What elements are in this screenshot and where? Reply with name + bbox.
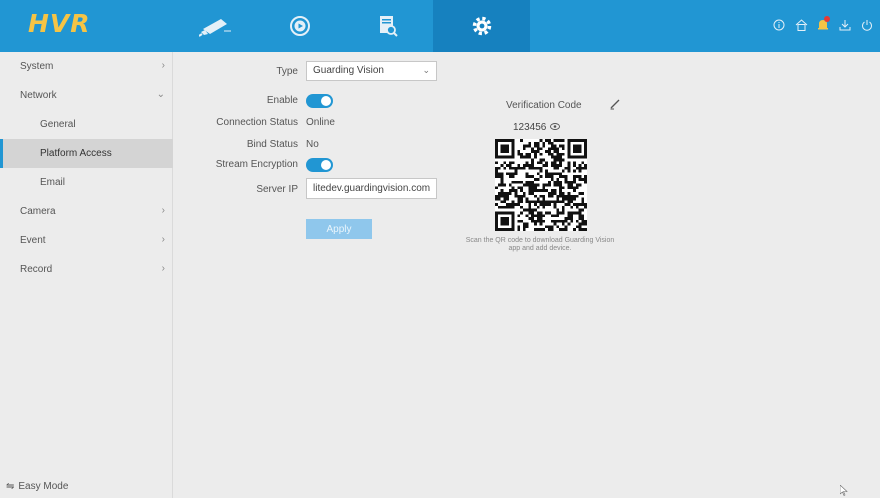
chevron-down-icon: ⌄ [422, 65, 430, 75]
stream-encryption-toggle[interactable] [306, 158, 333, 172]
file-search-icon [380, 16, 398, 37]
top-navigation-bar: HVR [0, 0, 880, 52]
qr-caption: Scan the QR code to download Guarding Vi… [448, 237, 632, 253]
swap-icon: ⇋ [6, 481, 15, 492]
apply-button[interactable]: Apply [306, 219, 372, 239]
tab-playback[interactable] [252, 0, 348, 52]
sidebar-item-label: Platform Access [40, 148, 112, 159]
gear-icon [472, 16, 491, 36]
chevron-right-icon: › [161, 205, 165, 216]
info-icon[interactable] [770, 14, 788, 36]
connection-status-value: Online [306, 117, 335, 128]
stream-encryption-label: Stream Encryption [215, 159, 298, 170]
tab-settings[interactable] [433, 0, 530, 52]
connection-status-label: Connection Status [216, 117, 298, 128]
sidebar-item-label: Record [20, 264, 53, 275]
server-ip-value: litedev.guardingvision.com [313, 183, 431, 194]
type-select-value: Guarding Vision [313, 65, 384, 76]
verification-code-value: 123456 [513, 122, 547, 133]
sidebar-item-label: General [40, 119, 76, 130]
eye-icon[interactable] [550, 122, 561, 133]
notification-badge [824, 16, 830, 22]
edit-pencil-icon[interactable] [609, 98, 621, 113]
easy-mode-button[interactable]: ⇋ Easy Mode [6, 481, 68, 492]
qr-caption-line: app and add device. [508, 245, 572, 252]
sidebar-item-camera[interactable]: Camera › [0, 197, 173, 226]
download-icon[interactable] [836, 14, 854, 36]
mouse-cursor-icon [839, 484, 848, 498]
tab-live-view[interactable] [168, 0, 264, 52]
sidebar-item-label: System [20, 61, 54, 72]
sidebar-item-label: Event [20, 235, 46, 246]
sidebar-item-label: Camera [20, 206, 56, 217]
sidebar-item-label: Network [20, 90, 57, 101]
notification-bell-icon[interactable] [814, 14, 832, 36]
server-ip-label: Server IP [256, 184, 298, 195]
sidebar-item-event[interactable]: Event › [0, 226, 173, 255]
chevron-right-icon: › [161, 263, 165, 274]
sidebar-item-record[interactable]: Record › [0, 255, 173, 284]
bind-status-label: Bind Status [246, 139, 298, 150]
qr-code [495, 139, 587, 231]
app-logo: HVR [28, 9, 91, 38]
type-label: Type [276, 66, 298, 77]
playback-icon [290, 16, 310, 36]
power-icon[interactable] [858, 14, 876, 36]
tab-search[interactable] [340, 0, 436, 52]
sidebar-item-label: Email [40, 177, 66, 188]
enable-label: Enable [266, 95, 298, 106]
qr-caption-line: Scan the QR code to download Guarding Vi… [465, 237, 615, 244]
enable-toggle[interactable] [306, 94, 333, 108]
verification-code-label: Verification Code [506, 100, 582, 111]
home-icon[interactable] [792, 14, 810, 36]
camera-icon [199, 19, 231, 37]
easy-mode-label: Easy Mode [18, 481, 69, 492]
chevron-right-icon: › [161, 234, 165, 245]
type-select[interactable]: Guarding Vision ⌄ [306, 61, 437, 81]
server-ip-field[interactable]: litedev.guardingvision.com [306, 178, 437, 199]
bind-status-value: No [306, 139, 319, 150]
